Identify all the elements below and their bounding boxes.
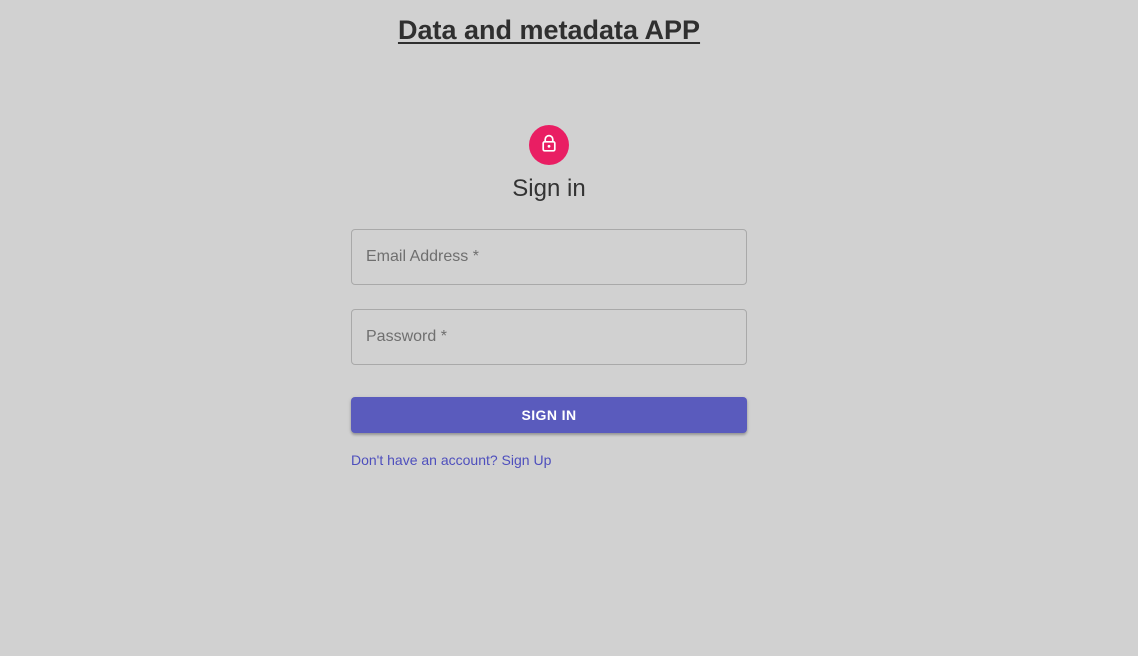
password-field[interactable] (351, 309, 747, 365)
email-field[interactable] (351, 229, 747, 285)
app-title: Data and metadata APP (397, 15, 701, 45)
lock-avatar (529, 125, 569, 165)
email-input[interactable] (366, 248, 732, 266)
app-header: Data and metadata APP (0, 15, 1098, 46)
signin-form: Sign in SIGN IN Don't have an account? S… (351, 125, 747, 470)
signin-button[interactable]: SIGN IN (351, 397, 747, 433)
signup-link[interactable]: Don't have an account? Sign Up (351, 452, 551, 468)
lock-icon (539, 133, 559, 158)
password-input[interactable] (366, 328, 732, 346)
signin-heading: Sign in (512, 175, 586, 202)
